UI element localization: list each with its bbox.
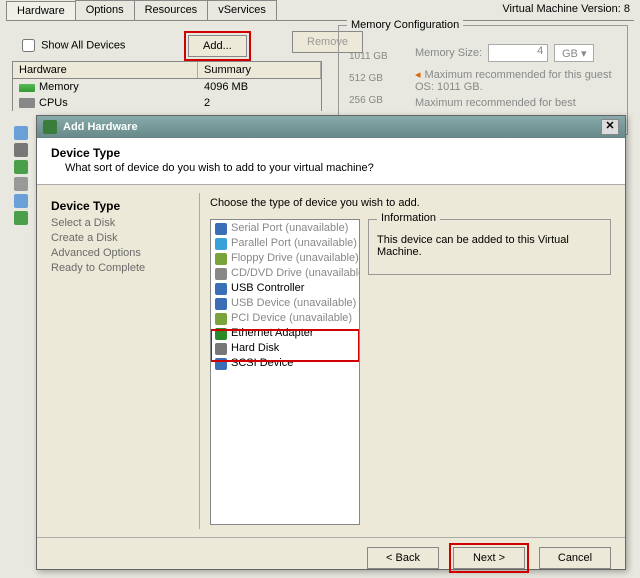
- cancel-button[interactable]: Cancel: [539, 547, 611, 569]
- tab-vservices[interactable]: vServices: [207, 0, 277, 20]
- device-icon: [14, 126, 28, 140]
- memory-unit-select[interactable]: GB ▾: [554, 44, 594, 62]
- device-icon: [14, 143, 28, 157]
- dialog-title: Add Hardware: [63, 121, 138, 133]
- col-hardware[interactable]: Hardware: [13, 62, 198, 78]
- tab-hardware[interactable]: Hardware: [6, 1, 76, 21]
- device-list[interactable]: Serial Port (unavailable)Parallel Port (…: [210, 219, 360, 525]
- next-button-highlight: Next >: [449, 543, 529, 573]
- information-panel: Information This device can be added to …: [368, 219, 611, 275]
- show-all-checkbox[interactable]: [22, 39, 35, 52]
- device-type-icon: [215, 358, 227, 370]
- device-option: PCI Device (unavailable): [211, 311, 359, 326]
- memory-icon: [19, 84, 35, 92]
- step-item[interactable]: Create a Disk: [51, 232, 189, 244]
- dialog-titlebar[interactable]: Add Hardware ✕: [37, 116, 625, 138]
- step-item[interactable]: Ready to Complete: [51, 262, 189, 274]
- hardware-table: Hardware Summary Memory 4096 MB CPUs 2: [12, 61, 322, 111]
- hw-row-cpus[interactable]: CPUs 2: [13, 95, 321, 111]
- dialog-subheading: What sort of device do you wish to add t…: [65, 162, 611, 174]
- device-icon: [14, 194, 28, 208]
- back-button[interactable]: < Back: [367, 547, 439, 569]
- show-all-label: Show All Devices: [41, 39, 125, 51]
- info-text: This device can be added to this Virtual…: [377, 234, 602, 258]
- device-icon: [14, 177, 28, 191]
- col-summary[interactable]: Summary: [198, 62, 321, 78]
- arrow-icon: ◂: [415, 69, 421, 81]
- device-option: Parallel Port (unavailable): [211, 236, 359, 251]
- memory-scale: 1011 GB 512 GB 256 GB: [349, 46, 388, 112]
- wizard-steps: Device Type Select a Disk Create a Disk …: [47, 193, 193, 529]
- choose-device-label: Choose the type of device you wish to ad…: [210, 197, 611, 209]
- step-item[interactable]: Advanced Options: [51, 247, 189, 259]
- device-type-icon: [215, 328, 227, 340]
- device-type-icon: [215, 268, 227, 280]
- memory-config-title: Memory Configuration: [347, 19, 463, 31]
- info-title: Information: [377, 212, 440, 224]
- close-icon[interactable]: ✕: [601, 119, 619, 135]
- device-type-icon: [215, 253, 227, 265]
- device-option[interactable]: USB Controller: [211, 281, 359, 296]
- device-icon-strip: [14, 126, 30, 228]
- next-button[interactable]: Next >: [453, 547, 525, 569]
- dialog-title-icon: [43, 120, 57, 134]
- vm-version-label: Virtual Machine Version: 8: [502, 3, 630, 15]
- device-option[interactable]: SCSI Device: [211, 356, 359, 371]
- device-option: Serial Port (unavailable): [211, 221, 359, 236]
- device-icon: [14, 211, 28, 225]
- mem-rec-1: Maximum recommended for this guest OS: 1…: [415, 69, 612, 93]
- tabs: Hardware Options Resources vServices: [6, 0, 276, 20]
- device-option: CD/DVD Drive (unavailable): [211, 266, 359, 281]
- memory-size-input[interactable]: 4: [488, 44, 548, 62]
- device-option: Floppy Drive (unavailable): [211, 251, 359, 266]
- device-type-icon: [215, 313, 227, 325]
- mem-rec-2: Maximum recommended for best: [415, 97, 576, 109]
- tab-resources[interactable]: Resources: [134, 0, 209, 20]
- device-icon: [14, 160, 28, 174]
- memory-size-label: Memory Size:: [415, 47, 482, 59]
- show-all-devices[interactable]: Show All Devices: [18, 36, 125, 55]
- device-type-icon: [215, 283, 227, 295]
- device-type-icon: [215, 223, 227, 235]
- add-button-highlight: Add...: [184, 31, 251, 61]
- device-option[interactable]: Ethernet Adapter: [211, 326, 359, 341]
- tab-options[interactable]: Options: [75, 0, 135, 20]
- device-option[interactable]: Hard Disk: [211, 341, 359, 356]
- dialog-heading: Device Type: [51, 146, 611, 160]
- device-option: USB Device (unavailable): [211, 296, 359, 311]
- cpu-icon: [19, 98, 35, 108]
- device-type-icon: [215, 238, 227, 250]
- add-button[interactable]: Add...: [188, 35, 247, 57]
- device-type-icon: [215, 343, 227, 355]
- hw-row-memory[interactable]: Memory 4096 MB: [13, 79, 321, 95]
- device-type-icon: [215, 298, 227, 310]
- add-hardware-dialog: Add Hardware ✕ Device Type What sort of …: [36, 115, 626, 570]
- step-current[interactable]: Device Type: [51, 199, 189, 213]
- step-item[interactable]: Select a Disk: [51, 217, 189, 229]
